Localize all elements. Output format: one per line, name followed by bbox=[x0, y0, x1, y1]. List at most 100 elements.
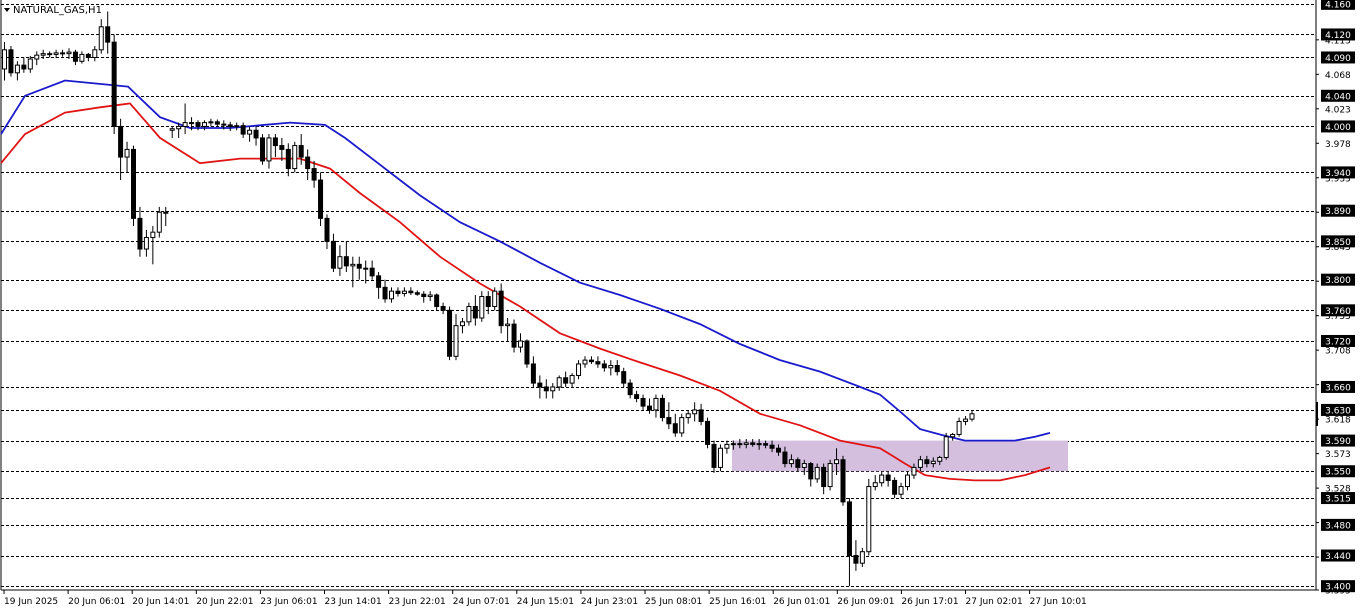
candle-body bbox=[92, 49, 98, 58]
title-area: NATURAL_GAS,H1 bbox=[4, 5, 102, 16]
price-tick-label: 3.618 bbox=[1325, 416, 1351, 426]
candle-body bbox=[492, 290, 498, 307]
level-label-text: 3.850 bbox=[1325, 238, 1351, 248]
candle-body bbox=[550, 386, 556, 392]
candle-body bbox=[750, 442, 756, 445]
candle-body bbox=[40, 53, 46, 56]
candle-body bbox=[724, 443, 730, 449]
candle-body bbox=[414, 292, 420, 295]
candle bbox=[827, 459, 833, 491]
candle-body bbox=[588, 359, 594, 363]
level-label-text: 3.890 bbox=[1325, 207, 1351, 217]
candle-body bbox=[505, 323, 511, 327]
level-label: 4.040 bbox=[1321, 89, 1355, 102]
level-label: 3.890 bbox=[1321, 204, 1355, 217]
candle-body bbox=[98, 26, 104, 51]
candle-body bbox=[788, 459, 794, 465]
candle-body bbox=[698, 409, 704, 422]
candle-body bbox=[608, 364, 614, 369]
level-label: 3.760 bbox=[1321, 304, 1355, 317]
candle-body bbox=[479, 296, 485, 319]
candle-body bbox=[563, 377, 569, 384]
candle-body bbox=[627, 382, 633, 396]
candle-body bbox=[511, 323, 517, 348]
level-label: 4.000 bbox=[1321, 120, 1355, 133]
candle bbox=[492, 287, 498, 311]
level-label-text: 3.800 bbox=[1325, 276, 1351, 286]
candle-body bbox=[892, 479, 898, 495]
candle-body bbox=[485, 296, 491, 307]
candle-body bbox=[234, 125, 240, 128]
candle-body bbox=[292, 145, 298, 170]
price-tick-label: 4.023 bbox=[1325, 105, 1351, 115]
candle-body bbox=[395, 290, 401, 294]
time-tick-label: 20 Jun 22:01 bbox=[196, 597, 253, 607]
candle-body bbox=[363, 267, 369, 270]
time-tick-label: 27 Jun 10:01 bbox=[1030, 597, 1087, 607]
candle-body bbox=[111, 41, 117, 127]
candle bbox=[260, 134, 265, 165]
candle bbox=[466, 302, 472, 326]
time-tick-label: 24 Jun 07:01 bbox=[453, 597, 510, 607]
price-tick-label: 4.068 bbox=[1325, 71, 1351, 81]
candle-body bbox=[389, 290, 394, 300]
candle-body bbox=[427, 294, 433, 298]
candle-body bbox=[124, 148, 130, 158]
time-tick-label: 24 Jun 23:01 bbox=[581, 597, 638, 607]
price-tick-label: 3.978 bbox=[1325, 140, 1351, 150]
candle-body bbox=[518, 340, 523, 348]
level-label-text: 3.660 bbox=[1325, 383, 1351, 393]
level-label: 3.940 bbox=[1321, 166, 1355, 179]
candle-body bbox=[382, 286, 388, 300]
candle-body bbox=[163, 211, 169, 214]
level-label: 3.550 bbox=[1321, 465, 1355, 478]
candle-body bbox=[524, 340, 530, 365]
level-label-text: 3.515 bbox=[1325, 495, 1351, 505]
level-label: 4.160 bbox=[1321, 0, 1355, 10]
time-tick-label: 25 Jun 08:01 bbox=[645, 597, 702, 607]
candle-body bbox=[143, 237, 149, 250]
candle-body bbox=[853, 555, 859, 564]
candle bbox=[511, 319, 517, 353]
candle-body bbox=[150, 231, 156, 239]
candle-body bbox=[782, 451, 788, 465]
candle-body bbox=[937, 456, 943, 462]
candle-body bbox=[240, 125, 246, 135]
candle-body bbox=[401, 290, 407, 294]
level-label: 3.515 bbox=[1321, 492, 1355, 505]
chart-title: NATURAL_GAS,H1 bbox=[13, 5, 102, 16]
candle-body bbox=[885, 474, 891, 481]
candle-body bbox=[743, 442, 749, 445]
candle-body bbox=[324, 217, 330, 242]
level-label: 4.120 bbox=[1321, 28, 1355, 41]
candle-body bbox=[189, 122, 195, 125]
candle-body bbox=[434, 294, 440, 307]
candle-body bbox=[447, 309, 453, 357]
candle-body bbox=[769, 444, 775, 449]
level-label: 3.440 bbox=[1321, 549, 1355, 562]
candle-body bbox=[137, 217, 143, 250]
candle-body bbox=[963, 418, 969, 422]
candle bbox=[8, 45, 14, 77]
candle-body bbox=[640, 397, 646, 407]
candle-body bbox=[466, 305, 472, 323]
candle-body bbox=[576, 363, 582, 376]
candle-body bbox=[672, 423, 678, 434]
time-tick-label: 26 Jun 09:01 bbox=[837, 597, 894, 607]
candle-body bbox=[182, 122, 188, 127]
candle-body bbox=[569, 374, 575, 384]
candle-body bbox=[285, 148, 291, 170]
candle-body bbox=[814, 466, 820, 480]
candle-body bbox=[666, 417, 672, 425]
candle-body bbox=[614, 364, 620, 373]
candle-body bbox=[679, 417, 685, 434]
candle-body bbox=[634, 394, 640, 399]
level-label: 3.630 bbox=[1321, 403, 1355, 416]
candle-body bbox=[253, 129, 259, 139]
candle-body bbox=[737, 443, 743, 446]
candle-body bbox=[221, 123, 227, 126]
candle bbox=[318, 172, 324, 227]
time-tick-label: 24 Jun 15:01 bbox=[517, 597, 574, 607]
candle-body bbox=[350, 263, 356, 267]
time-tick-label: 26 Jun 17:01 bbox=[901, 597, 958, 607]
